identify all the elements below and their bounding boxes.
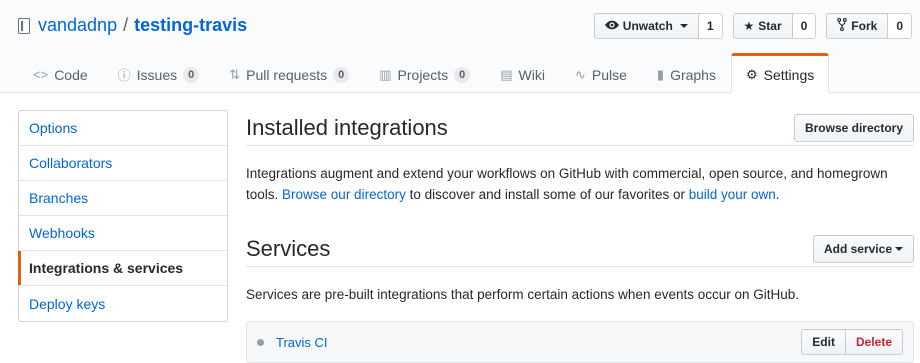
tab-graphs-label: Graphs (670, 66, 716, 83)
browse-directory-button[interactable]: Browse directory (793, 113, 914, 142)
status-dot-icon (257, 338, 264, 346)
book-icon: ▤ (500, 66, 513, 82)
tab-settings-label: Settings (763, 66, 815, 83)
fork-label: Fork (851, 19, 878, 33)
pagehead-actions: Unwatch 1 ★ Star 0 Fork 0 (584, 13, 912, 39)
gear-icon: ⚙ (745, 66, 758, 82)
star-label: Star (758, 19, 782, 33)
tab-pulse[interactable]: ∿ Pulse (560, 53, 642, 94)
star-button[interactable]: ★ Star (732, 13, 793, 39)
service-actions: Edit Delete (801, 329, 903, 355)
repository-header: vandadnp / testing-travis Unwatch 1 ★ St… (0, 0, 920, 94)
tab-settings[interactable]: ⚙ Settings (730, 53, 830, 94)
service-name-link[interactable]: Travis CI (276, 335, 328, 350)
forks-count[interactable]: 0 (888, 13, 912, 39)
integrations-text-2: to discover and install some of our favo… (405, 187, 689, 202)
repo-title-separator: / (123, 15, 129, 35)
integrations-description: Integrations augment and extend your wor… (246, 163, 914, 205)
unwatch-label: Unwatch (622, 19, 673, 33)
tab-projects[interactable]: ▥ Projects 0 (364, 53, 485, 94)
fork-icon (837, 17, 848, 34)
star-icon: ★ (743, 19, 755, 33)
tab-code[interactable]: <> Code (18, 53, 103, 94)
service-list-item: Travis CI Edit Delete (246, 321, 914, 363)
menu-item-webhooks[interactable]: Webhooks (19, 216, 227, 251)
repo-book-icon (18, 17, 30, 34)
pull-requests-counter: 0 (333, 66, 350, 83)
fork-group: Fork 0 (826, 13, 912, 39)
pull-request-icon: ⇅ (229, 66, 241, 82)
star-group: ★ Star 0 (732, 13, 817, 39)
delete-service-button[interactable]: Delete (845, 329, 903, 355)
service-info: Travis CI (257, 335, 328, 350)
tab-wiki-label: Wiki (518, 66, 545, 83)
chevron-down-icon (895, 246, 903, 251)
issues-counter: 0 (183, 66, 200, 83)
projects-counter: 0 (454, 66, 471, 83)
menu-item-branches[interactable]: Branches (19, 181, 227, 216)
tab-projects-label: Projects (397, 66, 449, 83)
services-title: Services (246, 235, 331, 261)
pulse-icon: ∿ (574, 66, 586, 82)
settings-menu: Options Collaborators Branches Webhooks … (18, 110, 228, 322)
settings-content: Installed integrations Browse directory … (246, 110, 914, 363)
add-service-button[interactable]: Add service (812, 234, 914, 263)
unwatch-button[interactable]: Unwatch (593, 13, 699, 39)
issue-icon: ⓘ (117, 68, 131, 83)
services-subhead: Services Add service (246, 231, 914, 267)
watch-group: Unwatch 1 (593, 13, 723, 39)
integrations-title: Installed integrations (246, 114, 448, 140)
tab-pulse-label: Pulse (591, 66, 627, 83)
repository-nav: <> Code ⓘ Issues 0 ⇅ Pull requests 0 ▥ P… (18, 53, 830, 94)
services-description: Services are pre-built integrations that… (246, 287, 800, 302)
chevron-down-icon (679, 24, 688, 28)
code-icon: <> (33, 67, 49, 82)
integrations-text-3: . (775, 187, 780, 202)
tab-code-label: Code (54, 66, 88, 83)
tab-pull-requests[interactable]: ⇅ Pull requests 0 (214, 53, 364, 94)
browse-directory-link[interactable]: Browse our directory (282, 187, 406, 202)
menu-item-integrations-services[interactable]: Integrations & services (18, 251, 227, 286)
graph-icon: ▮ (656, 66, 665, 82)
tab-graphs[interactable]: ▮ Graphs (642, 53, 731, 94)
stargazers-count[interactable]: 0 (792, 13, 817, 39)
menu-item-collaborators[interactable]: Collaborators (19, 146, 227, 181)
tab-issues[interactable]: ⓘ Issues 0 (103, 53, 215, 94)
tab-pull-requests-label: Pull requests (246, 66, 328, 83)
integrations-subhead: Installed integrations Browse directory (246, 110, 914, 146)
eye-icon (604, 19, 619, 33)
repo-name-link[interactable]: testing-travis (134, 15, 247, 36)
fork-button[interactable]: Fork (826, 13, 889, 39)
menu-item-deploy-keys[interactable]: Deploy keys (19, 286, 227, 321)
tab-issues-label: Issues (136, 66, 178, 83)
edit-service-button[interactable]: Edit (801, 329, 846, 355)
repo-owner-link[interactable]: vandadnp (38, 15, 117, 36)
watchers-count[interactable]: 1 (698, 13, 723, 39)
add-service-label: Add service (823, 241, 892, 256)
menu-item-options[interactable]: Options (19, 111, 227, 146)
tab-wiki[interactable]: ▤ Wiki (485, 53, 560, 94)
project-icon: ▥ (379, 66, 392, 82)
repo-title: vandadnp / testing-travis (18, 15, 247, 36)
build-your-own-link[interactable]: build your own (689, 187, 776, 202)
